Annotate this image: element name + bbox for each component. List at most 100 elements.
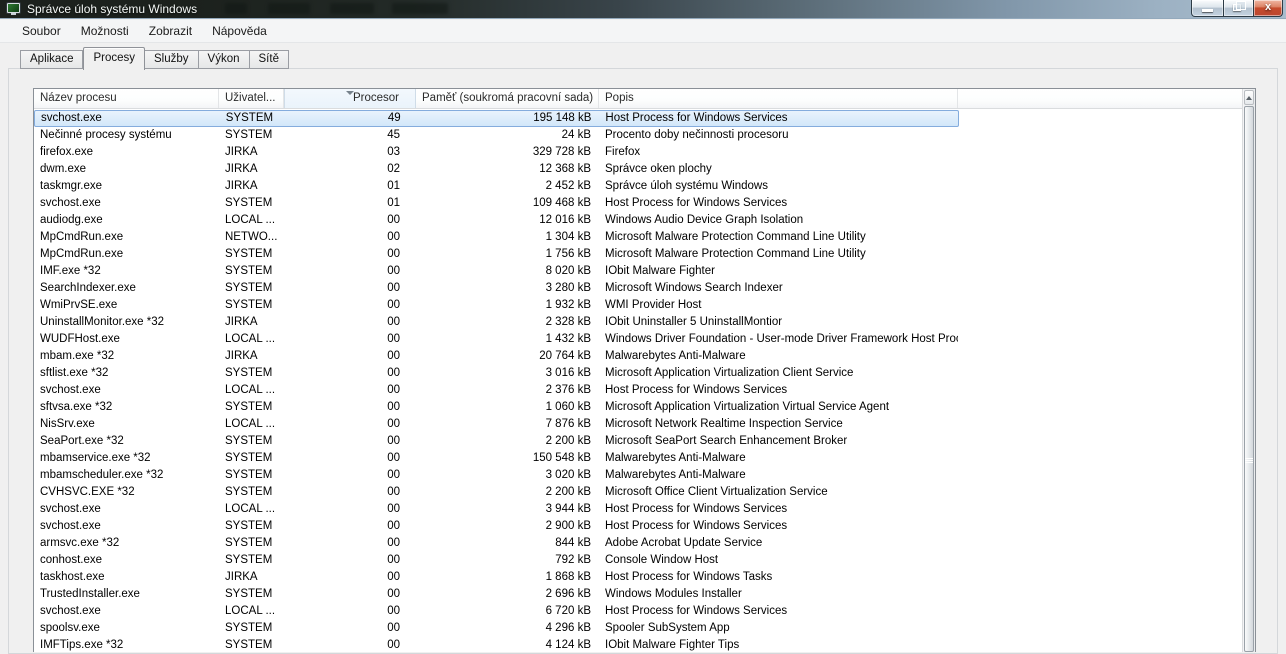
cell-user: SYSTEM (219, 467, 284, 484)
cell-cpu: 01 (284, 178, 416, 195)
process-row[interactable]: spoolsv.exeSYSTEM004 296 kBSpooler SubSy… (34, 620, 959, 637)
cell-process-name: Nečinné procesy systému (34, 127, 219, 144)
tab-site[interactable]: Sítě (250, 50, 289, 69)
cell-memory: 1 060 kB (416, 399, 599, 416)
cell-process-name: CVHSVC.EXE *32 (34, 484, 219, 501)
cell-memory: 1 304 kB (416, 229, 599, 246)
cell-user: SYSTEM (219, 263, 284, 280)
process-row[interactable]: UninstallMonitor.exe *32JIRKA002 328 kBI… (34, 314, 959, 331)
process-row[interactable]: SeaPort.exe *32SYSTEM002 200 kBMicrosoft… (34, 433, 959, 450)
process-row[interactable]: mbamscheduler.exe *32SYSTEM003 020 kBMal… (34, 467, 959, 484)
column-header-name[interactable]: Název procesu (34, 89, 219, 108)
process-row[interactable]: svchost.exeSYSTEM002 900 kBHost Process … (34, 518, 959, 535)
cell-memory: 2 200 kB (416, 433, 599, 450)
task-manager-window: Správce úloh systému Windows x Soubor Mo… (0, 0, 1286, 652)
menu-zobrazit[interactable]: Zobrazit (139, 21, 202, 41)
column-header-memory[interactable]: Paměť (soukromá pracovní sada) (416, 89, 599, 108)
scroll-up-button[interactable] (1244, 90, 1254, 105)
cell-description: Správce úloh systému Windows (599, 178, 958, 195)
process-row[interactable]: audiodg.exeLOCAL ...0012 016 kBWindows A… (34, 212, 959, 229)
process-row[interactable]: SearchIndexer.exeSYSTEM003 280 kBMicroso… (34, 280, 959, 297)
cell-description: Host Process for Windows Services (599, 603, 958, 620)
process-row[interactable]: IMFTips.exe *32SYSTEM004 124 kBIObit Mal… (34, 637, 959, 652)
restore-button[interactable] (1224, 0, 1254, 17)
cell-user: LOCAL ... (219, 212, 284, 229)
cell-cpu: 00 (284, 501, 416, 518)
cell-memory: 1 756 kB (416, 246, 599, 263)
menu-moznosti[interactable]: Možnosti (71, 21, 139, 41)
cell-description: Windows Driver Foundation - User-mode Dr… (599, 331, 958, 348)
process-row[interactable]: WmiPrvSE.exeSYSTEM001 932 kBWMI Provider… (34, 297, 959, 314)
process-row[interactable]: Nečinné procesy systémuSYSTEM4524 kBProc… (34, 127, 959, 144)
titlebar[interactable]: Správce úloh systému Windows x (0, 0, 1286, 19)
process-row[interactable]: MpCmdRun.exeSYSTEM001 756 kBMicrosoft Ma… (34, 246, 959, 263)
cell-description: WMI Provider Host (599, 297, 958, 314)
process-row[interactable]: TrustedInstaller.exeSYSTEM002 696 kBWind… (34, 586, 959, 603)
window-title: Správce úloh systému Windows (27, 2, 197, 16)
tab-vykon[interactable]: Výkon (199, 50, 250, 69)
process-row[interactable]: firefox.exeJIRKA03329 728 kBFirefox (34, 144, 959, 161)
cell-cpu: 00 (284, 552, 416, 569)
tab-procesy[interactable]: Procesy (83, 47, 145, 70)
column-header-user[interactable]: Uživatel... (219, 89, 284, 108)
scrollbar-thumb[interactable] (1244, 106, 1254, 652)
process-row[interactable]: svchost.exeLOCAL ...006 720 kBHost Proce… (34, 603, 959, 620)
process-row[interactable]: IMF.exe *32SYSTEM008 020 kBIObit Malware… (34, 263, 959, 280)
task-manager-icon[interactable] (7, 3, 21, 15)
process-row[interactable]: taskhost.exeJIRKA001 868 kBHost Process … (34, 569, 959, 586)
process-row[interactable]: MpCmdRun.exeNETWO...001 304 kBMicrosoft … (34, 229, 959, 246)
cell-user: SYSTEM (219, 280, 284, 297)
tab-sluzby[interactable]: Služby (145, 50, 199, 69)
process-row[interactable]: mbam.exe *32JIRKA0020 764 kBMalwarebytes… (34, 348, 959, 365)
sort-desc-arrow (346, 91, 354, 95)
close-icon: x (1254, 1, 1282, 13)
close-button[interactable]: x (1254, 0, 1283, 17)
cell-cpu: 00 (284, 450, 416, 467)
process-row[interactable]: conhost.exeSYSTEM00792 kBConsole Window … (34, 552, 959, 569)
cell-user: SYSTEM (219, 433, 284, 450)
column-header-description[interactable]: Popis (599, 89, 958, 108)
process-row[interactable]: NisSrv.exeLOCAL ...007 876 kBMicrosoft N… (34, 416, 959, 433)
process-row[interactable]: sftlist.exe *32SYSTEM003 016 kBMicrosoft… (34, 365, 959, 382)
vertical-scrollbar[interactable] (1242, 89, 1255, 652)
tab-aplikace[interactable]: Aplikace (20, 50, 83, 69)
cell-description: Microsoft Application Virtualization Vir… (599, 399, 958, 416)
menu-napoveda[interactable]: Nápověda (202, 21, 277, 41)
glass-reflection (330, 3, 374, 14)
menu-soubor[interactable]: Soubor (12, 21, 71, 41)
process-row[interactable]: svchost.exeSYSTEM49195 148 kBHost Proces… (34, 110, 959, 127)
cell-process-name: sftvsa.exe *32 (34, 399, 219, 416)
minimize-button[interactable] (1191, 0, 1224, 17)
cell-process-name: svchost.exe (34, 501, 219, 518)
cell-memory: 2 900 kB (416, 518, 599, 535)
cell-process-name: TrustedInstaller.exe (34, 586, 219, 603)
cell-process-name: WUDFHost.exe (34, 331, 219, 348)
process-table: Název procesu Uživatel... Procesor Paměť… (33, 88, 1256, 652)
process-row[interactable]: svchost.exeSYSTEM01109 468 kBHost Proces… (34, 195, 959, 212)
process-row[interactable]: dwm.exeJIRKA0212 368 kBSprávce oken ploc… (34, 161, 959, 178)
cell-user: LOCAL ... (219, 501, 284, 518)
process-row[interactable]: svchost.exeLOCAL ...003 944 kBHost Proce… (34, 501, 959, 518)
cell-cpu: 00 (284, 365, 416, 382)
process-row[interactable]: svchost.exeLOCAL ...002 376 kBHost Proce… (34, 382, 959, 399)
cell-user: LOCAL ... (219, 603, 284, 620)
caption-buttons: x (1191, 0, 1283, 17)
cell-memory: 12 368 kB (416, 161, 599, 178)
cell-process-name: taskmgr.exe (34, 178, 219, 195)
process-row[interactable]: sftvsa.exe *32SYSTEM001 060 kBMicrosoft … (34, 399, 959, 416)
cell-description: Microsoft Windows Search Indexer (599, 280, 958, 297)
cell-memory: 2 328 kB (416, 314, 599, 331)
table-header: Název procesu Uživatel... Procesor Paměť… (34, 89, 1242, 109)
process-row[interactable]: mbamservice.exe *32SYSTEM00150 548 kBMal… (34, 450, 959, 467)
cell-process-name: spoolsv.exe (34, 620, 219, 637)
process-row[interactable]: WUDFHost.exeLOCAL ...001 432 kBWindows D… (34, 331, 959, 348)
cell-description: Host Process for Windows Services (599, 501, 958, 518)
cell-description: Procento doby nečinnosti procesoru (599, 127, 958, 144)
cell-process-name: UninstallMonitor.exe *32 (34, 314, 219, 331)
process-row[interactable]: taskmgr.exeJIRKA012 452 kBSprávce úloh s… (34, 178, 959, 195)
process-row[interactable]: armsvc.exe *32SYSTEM00844 kBAdobe Acroba… (34, 535, 959, 552)
cell-cpu: 00 (284, 433, 416, 450)
column-header-cpu[interactable]: Procesor (284, 89, 416, 108)
process-row[interactable]: CVHSVC.EXE *32SYSTEM002 200 kBMicrosoft … (34, 484, 959, 501)
cell-cpu: 00 (284, 620, 416, 637)
